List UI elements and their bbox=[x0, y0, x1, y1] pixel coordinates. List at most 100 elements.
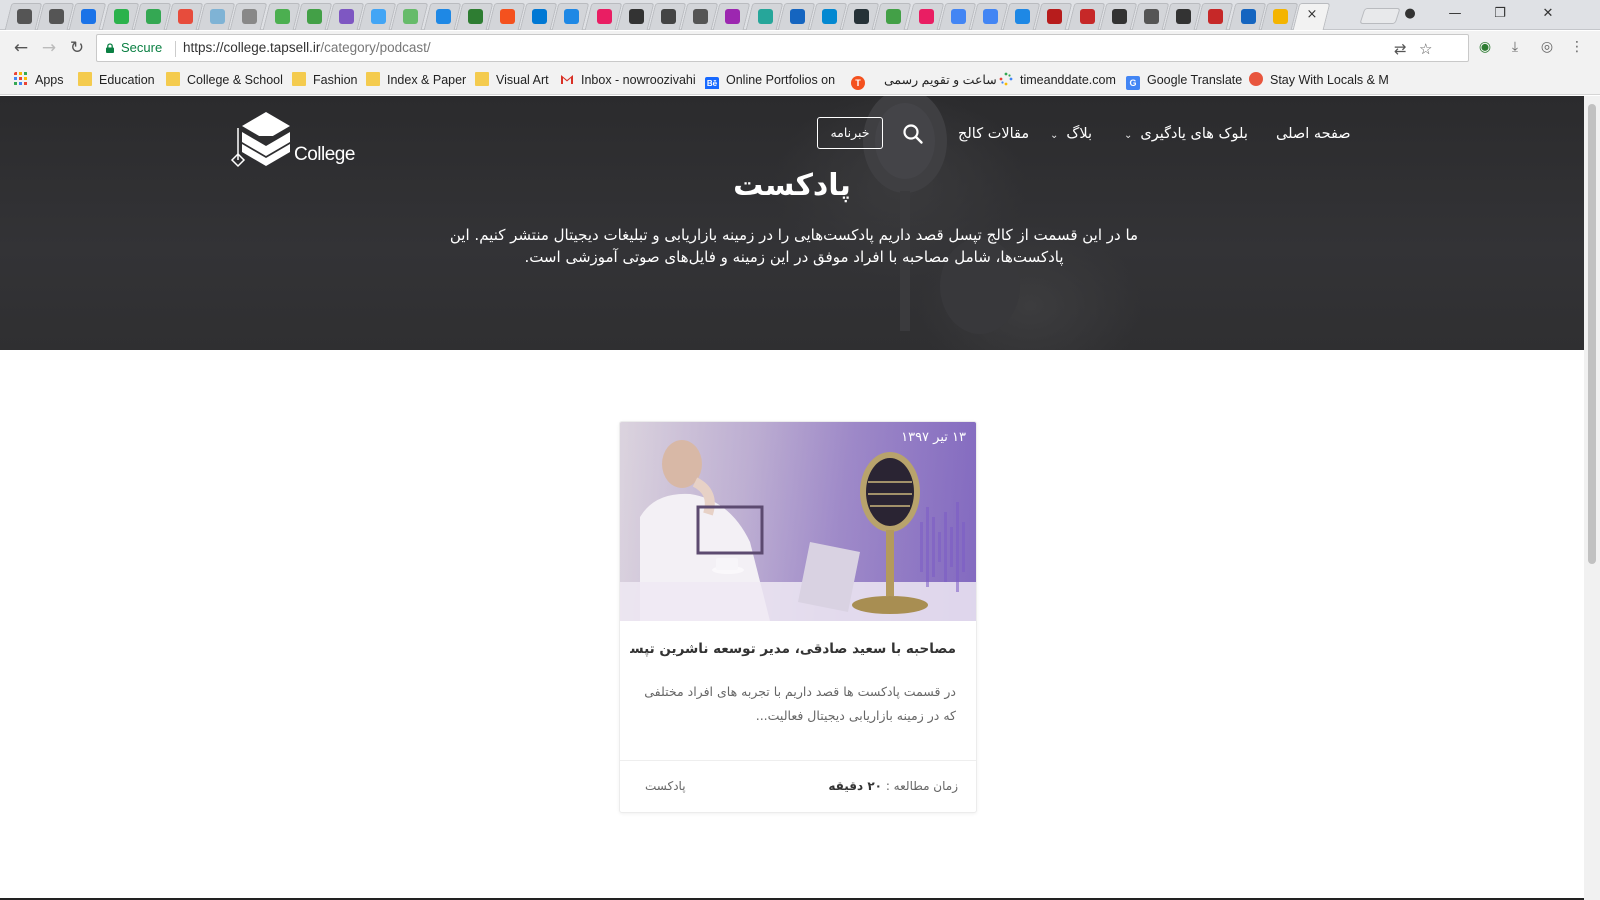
reload-button[interactable]: ↻ bbox=[66, 37, 88, 59]
reading-time: زمان مطالعه : ۲۰ دقیقه bbox=[828, 779, 958, 793]
browser-tab[interactable] bbox=[69, 3, 107, 30]
browser-tab[interactable] bbox=[1228, 3, 1266, 30]
tab-favicon-icon bbox=[49, 9, 65, 24]
close-window-button[interactable]: ✕ bbox=[1536, 4, 1560, 24]
bookmark-label: Visual Art bbox=[496, 73, 549, 87]
tab-favicon-icon bbox=[210, 9, 226, 24]
bookmark-gmail[interactable]: Inbox - nowroozivahi bbox=[560, 71, 700, 89]
browser-tab[interactable] bbox=[101, 3, 139, 30]
browser-tab[interactable] bbox=[552, 3, 590, 30]
bookmark-label: ساعت و تقویم رسمی bbox=[884, 73, 997, 87]
bookmark-t-badge[interactable]: T bbox=[851, 71, 872, 90]
browser-tab[interactable] bbox=[713, 3, 751, 30]
browser-tab[interactable] bbox=[262, 3, 300, 30]
bookmark-fashion[interactable]: Fashion bbox=[292, 71, 357, 89]
url-text[interactable]: https://college.tapsell.ir/category/podc… bbox=[183, 40, 431, 55]
bookmark-persian-calendar[interactable]: ساعت و تقویم رسمی bbox=[884, 71, 997, 89]
tab-favicon-icon bbox=[886, 9, 902, 24]
main-nav: صفحه اصلی بلوک های یادگیری ⌄ بلاگ ⌄ مقالات… bbox=[0, 117, 1584, 153]
browser-tab[interactable] bbox=[391, 3, 429, 30]
chevron-down-icon: ⌄ bbox=[1124, 130, 1133, 141]
nav-home[interactable]: صفحه اصلی bbox=[1276, 123, 1351, 145]
close-tab-icon[interactable]: × bbox=[1306, 7, 1317, 22]
extension-download-icon[interactable]: ⤓ bbox=[1506, 38, 1524, 56]
newsletter-button[interactable]: خبرنامه bbox=[817, 117, 883, 149]
forward-button[interactable]: → bbox=[38, 37, 60, 59]
tab-favicon-icon bbox=[242, 9, 258, 24]
chrome-menu-icon[interactable]: ⋮ bbox=[1568, 38, 1586, 56]
tab-favicon-icon bbox=[532, 9, 548, 24]
bookmark-apps[interactable]: Apps bbox=[14, 71, 64, 89]
nav-articles[interactable]: مقالات کالج bbox=[958, 123, 1029, 145]
bookmark-label: Apps bbox=[35, 73, 64, 87]
search-icon[interactable] bbox=[902, 123, 924, 145]
bookmark-label: Index & Paper bbox=[387, 73, 467, 87]
globe-icon bbox=[1249, 72, 1263, 86]
browser-tab[interactable] bbox=[874, 3, 912, 30]
browser-tab[interactable] bbox=[1196, 3, 1234, 30]
post-category-link[interactable]: پادکست bbox=[645, 779, 686, 793]
bookmark-google-translate[interactable]: G Google Translate bbox=[1126, 71, 1242, 90]
translate-icon: G bbox=[1126, 76, 1140, 90]
chevron-down-icon: ⌄ bbox=[1050, 130, 1059, 141]
folder-icon bbox=[78, 72, 92, 86]
tab-favicon-icon bbox=[789, 9, 805, 24]
bookmark-star-icon[interactable]: ☆ bbox=[1419, 40, 1432, 58]
bookmark-label: College & School bbox=[187, 73, 283, 87]
bookmark-timeanddate[interactable]: timeanddate.com bbox=[999, 71, 1116, 89]
restore-button[interactable]: ❐ bbox=[1488, 4, 1512, 24]
tab-favicon-icon bbox=[725, 9, 741, 24]
bookmark-index-paper[interactable]: Index & Paper bbox=[366, 71, 466, 89]
back-button[interactable]: ← bbox=[10, 37, 32, 59]
bookmark-visual-art[interactable]: Visual Art bbox=[475, 71, 549, 89]
browser-tab[interactable] bbox=[230, 3, 268, 30]
tab-favicon-icon bbox=[500, 9, 515, 24]
tab-favicon-icon bbox=[1208, 9, 1224, 24]
secure-label: Secure bbox=[121, 40, 163, 55]
browser-tab[interactable] bbox=[423, 3, 461, 30]
scrollbar-thumb[interactable] bbox=[1588, 104, 1596, 564]
nav-label: بلاگ bbox=[1066, 126, 1093, 142]
bookmark-behance[interactable]: Bē Online Portfolios on bbox=[705, 71, 845, 89]
tab-favicon-icon bbox=[1240, 9, 1256, 24]
reading-time-value: ۲۰ دقیقه bbox=[828, 779, 882, 793]
nav-learning-blocks[interactable]: بلوک های یادگیری ⌄ bbox=[1124, 123, 1248, 147]
tab-favicon-icon bbox=[918, 9, 934, 24]
tab-favicon-icon bbox=[1144, 9, 1159, 24]
browser-tab[interactable] bbox=[745, 3, 783, 30]
new-tab-button[interactable] bbox=[1359, 8, 1401, 24]
bookmark-college-school[interactable]: College & School bbox=[166, 71, 283, 89]
folder-icon bbox=[366, 72, 380, 86]
post-thumbnail[interactable]: ۱۳ تیر ۱۳۹۷ bbox=[620, 422, 976, 621]
tab-favicon-icon bbox=[564, 9, 580, 24]
browser-tab[interactable] bbox=[1035, 3, 1073, 30]
tab-favicon-icon bbox=[1272, 9, 1288, 24]
tab-favicon-icon bbox=[435, 9, 451, 24]
browser-tab[interactable] bbox=[584, 3, 622, 30]
bookmark-label: Inbox - nowroozivahi bbox=[581, 73, 696, 87]
bookmark-stay-with-locals[interactable]: Stay With Locals & M bbox=[1249, 71, 1389, 89]
url-path: /category/podcast/ bbox=[320, 40, 431, 55]
bookmark-label: Education bbox=[99, 73, 155, 87]
extension-globe-icon[interactable]: ◉ bbox=[1476, 38, 1494, 56]
translate-icon[interactable]: ⇄ bbox=[1394, 40, 1407, 58]
reading-time-label: زمان مطالعه : bbox=[885, 779, 958, 793]
minimize-button[interactable]: — bbox=[1443, 4, 1467, 24]
post-title[interactable]: مصاحبه با سعید صادقی، مدیر توسعه ناشرین … bbox=[630, 641, 956, 657]
t-badge-icon: T bbox=[851, 76, 865, 90]
podcast-thumbnail-image bbox=[620, 422, 976, 621]
nav-blog[interactable]: بلاگ ⌄ bbox=[1050, 123, 1092, 147]
browser-tab[interactable] bbox=[906, 3, 944, 30]
active-browser-tab[interactable]: × bbox=[1292, 3, 1331, 30]
address-bar[interactable]: Secure https://college.tapsell.ir/catego… bbox=[96, 34, 1469, 62]
tab-favicon-icon bbox=[17, 9, 32, 24]
tab-favicon-icon bbox=[81, 9, 97, 24]
browser-tab[interactable] bbox=[1067, 3, 1105, 30]
account-icon[interactable]: ● bbox=[1398, 4, 1422, 24]
extension-camera-icon[interactable]: ◎ bbox=[1538, 38, 1556, 56]
post-card[interactable]: ۱۳ تیر ۱۳۹۷ مصاحبه با سعید صادقی، مدیر ت… bbox=[619, 421, 977, 813]
tab-favicon-icon bbox=[1176, 9, 1192, 24]
tab-favicon-icon bbox=[1111, 9, 1127, 24]
bookmark-education[interactable]: Education bbox=[78, 71, 155, 89]
hero-banner: College صفحه اصلی بلوک های یادگیری⌄ بلاگ… bbox=[0, 96, 1584, 350]
